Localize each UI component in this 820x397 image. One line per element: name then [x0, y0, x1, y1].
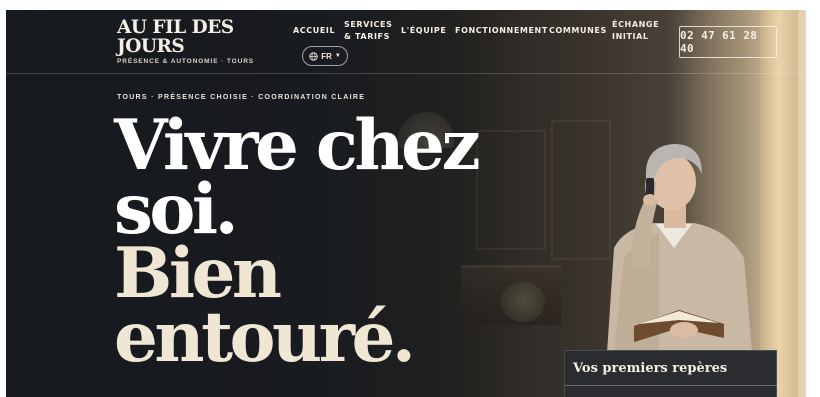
nav-label: COMMUNES — [549, 26, 607, 35]
nav-item-services-tarifs[interactable]: SERVICES & TARIFS — [344, 19, 392, 43]
language-selector[interactable]: FR ▼ — [302, 46, 348, 66]
hero-section: AU FIL DES JOURS PRÉSENCE & AUTONOMIE · … — [6, 10, 806, 397]
nav-item-fonctionnement[interactable]: FONCTIONNEMENT — [455, 25, 548, 37]
hero-headline: Vivre chez soi. Bien entouré. — [114, 111, 481, 378]
reperes-card: Vos premiers repères — [564, 350, 778, 397]
nav-label-line2: INITIAL — [612, 32, 649, 41]
nav-item-communes[interactable]: COMMUNES — [549, 25, 607, 37]
logo-title[interactable]: AU FIL DES JOURS — [117, 18, 287, 56]
nav-label: FONCTIONNEMENT — [455, 26, 548, 35]
nav-label: ACCUEIL — [293, 26, 336, 35]
caret-down-icon: ▼ — [334, 53, 341, 59]
nav-label: SERVICES — [344, 20, 393, 29]
page-viewport: AU FIL DES JOURS PRÉSENCE & AUTONOMIE · … — [0, 0, 820, 397]
nav-item-equipe[interactable]: L'ÉQUIPE — [401, 25, 446, 37]
nav-item-accueil[interactable]: ACCUEIL — [293, 25, 335, 37]
language-code: FR — [321, 51, 332, 61]
card-title: Vos premiers repères — [573, 361, 728, 376]
nav-label: ÉCHANGE — [612, 20, 660, 29]
headline-line: entouré. — [114, 297, 416, 378]
phone-button[interactable]: 02 47 61 28 40 — [679, 26, 777, 58]
globe-icon — [309, 51, 318, 61]
hero-eyebrow: TOURS · PRÉSENCE CHOISIE · COORDINATION … — [117, 94, 366, 101]
site-header: AU FIL DES JOURS PRÉSENCE & AUTONOMIE · … — [6, 10, 806, 74]
logo-tagline: PRÉSENCE & AUTONOMIE · TOURS — [117, 58, 255, 65]
nav-item-echange-initial[interactable]: ÉCHANGE INITIAL — [612, 19, 659, 43]
nav-label: L'ÉQUIPE — [401, 26, 447, 35]
card-divider — [565, 385, 778, 386]
nav-label-line2: & TARIFS — [344, 32, 390, 41]
